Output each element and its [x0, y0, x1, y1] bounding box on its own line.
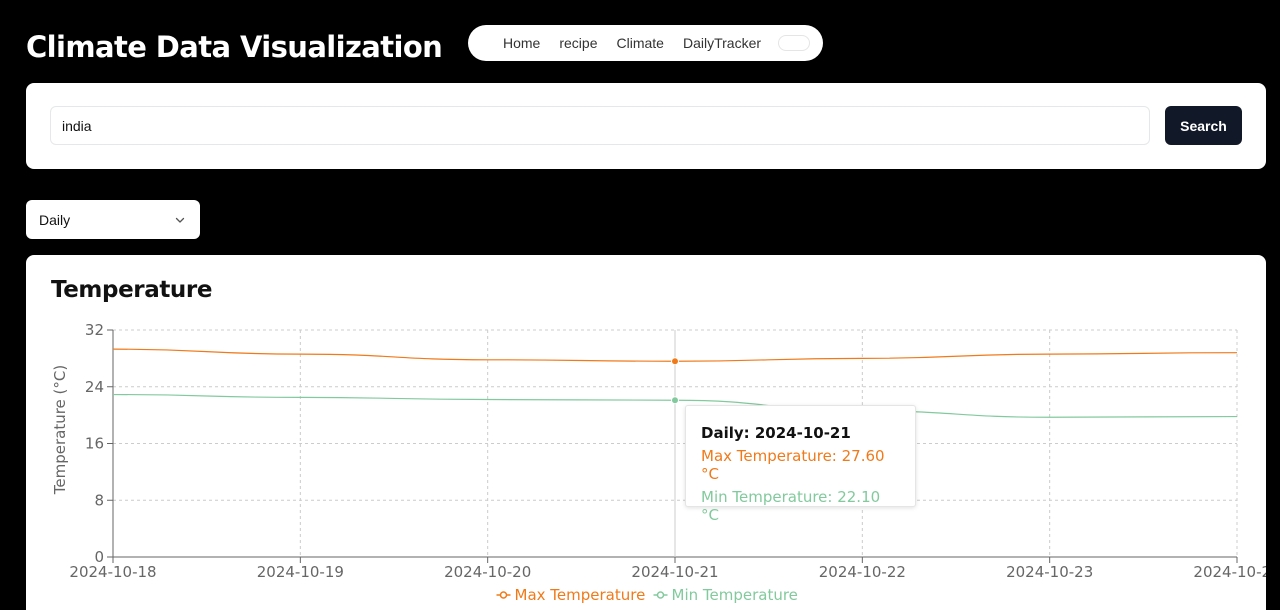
page: Climate Data Visualization Home recipe C…	[0, 0, 1280, 610]
tooltip-min-line: Min Temperature: 22.10 °C	[701, 488, 881, 524]
active-dot-min	[671, 396, 679, 405]
nav-dailytracker[interactable]: DailyTracker	[683, 35, 761, 51]
tooltip-max-line: Max Temperature: 27.60 °C	[701, 447, 885, 483]
app-title: Climate Data Visualization	[26, 30, 443, 64]
legend-marker	[499, 591, 508, 599]
y-axis-label: Temperature (°C)	[51, 365, 69, 495]
x-tick-label: 2024-10-18	[69, 563, 156, 581]
y-tick-label: 16	[85, 435, 104, 453]
legend-marker	[656, 591, 665, 599]
active-dot-max	[671, 357, 679, 366]
nav-recipe[interactable]: recipe	[559, 35, 597, 51]
nav-home[interactable]: Home	[503, 35, 540, 51]
search-card: Search	[26, 83, 1266, 169]
period-select[interactable]: Daily	[26, 200, 200, 239]
nav-climate[interactable]: Climate	[617, 35, 664, 51]
y-tick-label: 32	[85, 321, 104, 339]
y-tick-label: 8	[94, 491, 104, 509]
search-button[interactable]: Search	[1165, 106, 1242, 145]
chevron-down-icon	[175, 217, 185, 223]
legend-label: Max Temperature	[515, 586, 646, 604]
x-tick-label: 2024-10-21	[631, 563, 718, 581]
chart-card: Temperature 0 8 16 24 32 2024-10-18 2024-10-19…	[26, 255, 1266, 610]
chart-tooltip: Daily: 2024-10-21 Max Temperature: 27.60…	[685, 405, 916, 524]
temperature-chart: 081624322024-10-18 2024-10-19 2024-10-20 20…	[51, 321, 1266, 604]
x-tick-label: 2024-10-24	[1193, 563, 1266, 581]
y-tick-label: 24	[85, 378, 104, 396]
search-input[interactable]	[50, 106, 1150, 145]
x-tick-label: 2024-10-23	[1006, 563, 1093, 581]
x-tick-label: 2024-10-19	[257, 563, 344, 581]
legend-label: Min Temperature	[672, 586, 798, 604]
tooltip-title: Daily: 2024-10-21	[701, 424, 851, 442]
navbar: Home recipe Climate DailyTracker	[468, 25, 823, 61]
x-tick-label: 2024-10-22	[819, 563, 906, 581]
theme-toggle[interactable]	[778, 35, 811, 51]
x-tick-label: 2024-10-20	[444, 563, 531, 581]
period-select-value: Daily	[39, 211, 71, 228]
